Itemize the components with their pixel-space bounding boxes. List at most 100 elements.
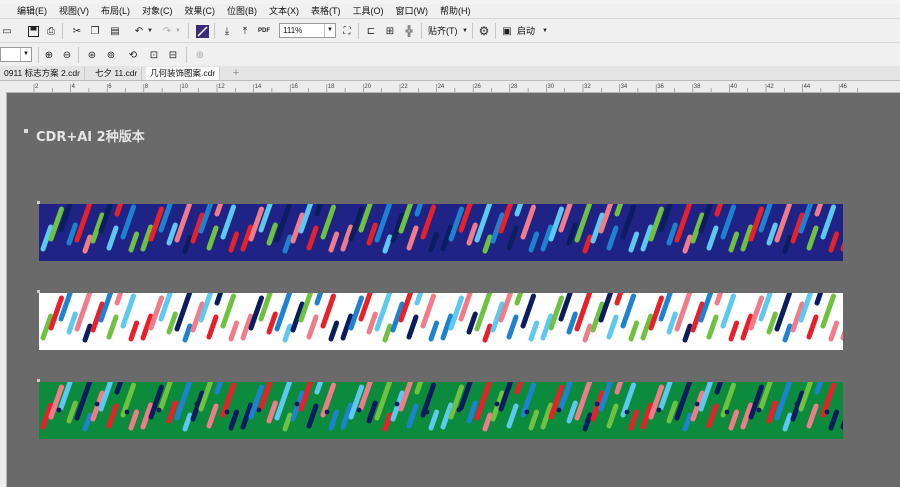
publish-pdf-icon[interactable]: PDF: [257, 24, 271, 38]
document-tabs: 0911 标志方案 2.cdr 七夕 11.cdr 几何装饰图案.cdr +: [0, 66, 900, 81]
menu-object[interactable]: 对象(C): [136, 4, 179, 18]
zoom-in-icon[interactable]: ⊕: [42, 48, 56, 62]
cut-icon[interactable]: ✂: [70, 24, 84, 38]
pattern-svg: [39, 204, 843, 261]
menu-bitmaps[interactable]: 位图(B): [221, 4, 263, 18]
launch-menu[interactable]: 启动: [517, 24, 535, 38]
save-icon[interactable]: [26, 24, 40, 38]
selection-marker: [24, 129, 28, 133]
copy-icon[interactable]: ❐: [88, 24, 102, 38]
snap-dropdown-icon[interactable]: ▼: [458, 24, 472, 38]
application-launcher-icon[interactable]: ▣: [500, 24, 514, 38]
pattern-dot: [194, 401, 200, 407]
vertical-ruler[interactable]: [0, 92, 7, 487]
menu-help[interactable]: 帮助(H): [434, 4, 477, 18]
export-icon[interactable]: ⤒: [238, 24, 252, 38]
snap-to-menu[interactable]: 贴齐(T): [428, 24, 458, 38]
ruler-tick-label: 2: [35, 84, 39, 90]
ruler-tick-label: 44: [804, 84, 811, 90]
pattern-band-navy[interactable]: [39, 204, 843, 261]
pattern-band-white[interactable]: [39, 293, 843, 350]
launch-dropdown-icon[interactable]: ▼: [538, 24, 552, 38]
zoom-page-height-icon[interactable]: ⊟: [166, 48, 180, 62]
menu-tools[interactable]: 工具(O): [347, 4, 390, 18]
pattern-dot: [394, 401, 400, 407]
pattern-dot: [256, 407, 262, 413]
pattern-dot: [556, 407, 562, 413]
standard-toolbar: ▭ ⎙ ✂ ❐ ▤ ↶ ▼ ↷ ▼ ⤓ ⤒ PDF 111% ▼ ⛶ ⊏ ⊞ ╬…: [0, 18, 900, 43]
import-icon[interactable]: ⤓: [220, 24, 234, 38]
chevron-down-icon[interactable]: ▼: [324, 24, 335, 37]
tab-document-1[interactable]: 0911 标志方案 2.cdr: [0, 67, 85, 80]
chevron-down-icon[interactable]: ▼: [20, 48, 31, 61]
pattern-dot: [224, 409, 230, 415]
pattern-dot: [756, 407, 762, 413]
selection-handle[interactable]: [37, 201, 40, 204]
pattern-band-green[interactable]: [39, 382, 843, 439]
menu-edit[interactable]: 编辑(E): [0, 4, 53, 18]
gear-icon[interactable]: ⚙: [477, 24, 491, 38]
full-screen-icon[interactable]: ⛶: [340, 24, 354, 38]
new-tab-icon[interactable]: +: [230, 67, 242, 79]
zoom-page-icon[interactable]: ⟲: [126, 48, 140, 62]
zoom-level-combo[interactable]: 111% ▼: [279, 23, 336, 38]
menu-effects[interactable]: 效果(C): [179, 4, 222, 18]
tab-label: 几何装饰图案.cdr: [150, 68, 216, 78]
ruler-tick-label: 12: [218, 84, 225, 90]
paste-icon[interactable]: ▤: [108, 24, 122, 38]
ruler-tick-label: 34: [621, 84, 628, 90]
ruler-tick-label: 28: [511, 84, 518, 90]
zoom-level-value: 111%: [283, 26, 303, 35]
ruler-tick-label: 20: [364, 84, 371, 90]
pattern-dot: [324, 409, 330, 415]
ruler-tick-label: 8: [145, 84, 149, 90]
selection-handle[interactable]: [37, 379, 40, 382]
redo-dropdown-icon[interactable]: ▼: [171, 24, 185, 38]
horizontal-ruler[interactable]: 2 4 6 8 10 12 14 16 18 20 22 24 26 28 30 32 34 36 38 40 42 44…: [0, 81, 900, 93]
pattern-dot: [794, 401, 800, 407]
pattern-dot: [824, 409, 830, 415]
zoom-out-icon[interactable]: ⊖: [60, 48, 74, 62]
tab-document-2[interactable]: 七夕 11.cdr: [91, 67, 143, 80]
ruler-tick-label: 32: [584, 84, 591, 90]
pattern-dot: [694, 401, 700, 407]
ruler-tick-label: 40: [730, 84, 737, 90]
zoom-selected-icon[interactable]: ⊛: [85, 48, 99, 62]
ruler-tick-label: 18: [328, 84, 335, 90]
ruler-tick-label: 46: [840, 84, 847, 90]
show-grid-icon[interactable]: ⊞: [383, 24, 397, 38]
ruler-tick-label: 4: [72, 84, 76, 90]
add-icon[interactable]: ⊕: [193, 48, 207, 62]
menu-table[interactable]: 表格(T): [305, 4, 347, 18]
pattern-dot: [656, 407, 662, 413]
zoom-page-width-icon[interactable]: ⊡: [147, 48, 161, 62]
pattern-dot: [624, 409, 630, 415]
undo-dropdown-icon[interactable]: ▼: [143, 24, 157, 38]
menu-view[interactable]: 视图(V): [53, 4, 95, 18]
ruler-tick-label: 36: [657, 84, 664, 90]
pattern-svg: [39, 382, 843, 439]
pattern-dot: [456, 407, 462, 413]
ruler-tick-label: 30: [547, 84, 554, 90]
show-guidelines-icon[interactable]: ╬: [402, 24, 416, 38]
menu-layout[interactable]: 布局(L): [95, 4, 136, 18]
print-icon[interactable]: ⎙: [44, 24, 58, 38]
property-combo[interactable]: ▼: [0, 47, 32, 62]
selection-handle[interactable]: [37, 290, 40, 293]
zoom-all-objects-icon[interactable]: ⊚: [104, 48, 118, 62]
pattern-dot: [94, 401, 100, 407]
open-icon[interactable]: ▭: [0, 24, 14, 38]
pattern-dot: [424, 409, 430, 415]
show-rulers-icon[interactable]: ⊏: [364, 24, 378, 38]
ruler-tick-label: 26: [474, 84, 481, 90]
tab-document-3[interactable]: 几何装饰图案.cdr: [146, 67, 221, 80]
tab-label: 七夕 11.cdr: [95, 68, 138, 78]
ruler-tick-label: 38: [694, 84, 701, 90]
menu-text[interactable]: 文本(X): [263, 4, 305, 18]
ruler-tick-label: 22: [401, 84, 408, 90]
import-search-icon[interactable]: [195, 24, 209, 38]
menu-window[interactable]: 窗口(W): [390, 4, 435, 18]
ruler-tick-label: 10: [181, 84, 188, 90]
canvas-heading: CDR+AI 2种版本: [36, 130, 145, 145]
pattern-dot: [156, 407, 162, 413]
